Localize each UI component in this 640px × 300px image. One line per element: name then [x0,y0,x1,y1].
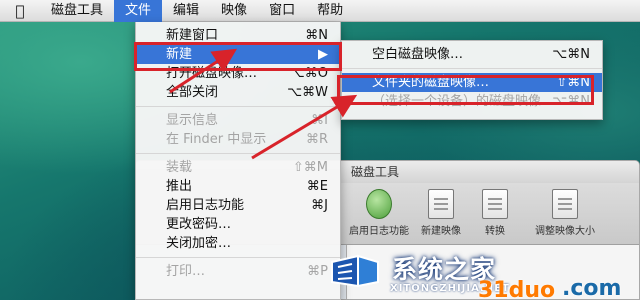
toolbar-label: 调整映像大小 [535,226,595,237]
menu-item-shortcut: ⌥⌘N [552,47,590,62]
menu-item-shortcut: ⇧⌘M [292,160,328,175]
callout-box-folder-image [337,75,594,105]
menu-item-eject[interactable]: 推出 ⌘E [136,177,340,196]
menu-item-label: 启用日志功能 [166,198,245,213]
menu-item-label: 显示信息 [166,113,219,128]
menu-edit[interactable]: 编辑 [162,0,210,22]
menu-item-get-info: 显示信息 ⌘I [136,111,340,130]
menu-file[interactable]: 文件 [114,0,163,22]
green-ball-icon [366,189,392,219]
menu-item-label: 全部关闭 [166,85,219,100]
menu-item-label: 更改密码… [166,217,232,232]
menu-item-turn-off-encryption[interactable]: 关闭加密… [136,234,340,253]
menu-item-label: 推出 [166,179,193,194]
menu-item-blank-disk-image[interactable]: 空白磁盘映像… ⌥⌘N [342,45,602,64]
menu-item-show-in-finder: 在 Finder 中显示 ⌘R [136,130,340,149]
menu-window[interactable]: 窗口 [258,0,306,22]
watermark-site-b: .com [562,276,622,300]
menu-separator [136,257,340,258]
toolbar-label: 转换 [485,226,505,237]
convert-icon [482,189,508,219]
menu-item-close-all[interactable]: 全部关闭 ⌥⌘W [136,83,340,102]
menu-item-label: 在 Finder 中显示 [166,132,267,147]
menu-item-change-password[interactable]: 更改密码… [136,215,340,234]
menu-item-shortcut: ⌘R [305,132,328,147]
toolbar-resize-image[interactable]: 调整映像大小 [532,189,598,237]
menu-separator [136,106,340,107]
toolbar-label: 启用日志功能 [349,226,409,237]
toolbar-label: 新建映像 [421,226,461,237]
callout-box-new [134,42,342,71]
menu-item-shortcut: ⌥⌘W [287,85,328,100]
resize-image-icon [552,189,578,219]
watermark-logo-icon [331,254,379,288]
menu-bar:  磁盘工具 文件 编辑 映像 窗口 帮助 [0,0,640,22]
menu-item-shortcut: ⌘I [311,113,328,128]
apple-icon[interactable]:  [0,2,40,20]
menu-item-mount: 装载 ⇧⌘M [136,158,340,177]
menu-item-print: 打印… ⌘P [136,262,340,281]
toolbar-convert[interactable]: 转换 [462,189,528,237]
menu-separator [136,153,340,154]
toolbar-enable-journaling[interactable]: 启用日志功能 [346,189,412,237]
menu-item-label: 新建窗口 [166,28,219,43]
menu-item-label: 空白磁盘映像… [372,47,464,62]
new-image-icon [428,189,454,219]
menu-item-label: 关闭加密… [166,236,232,251]
menu-app[interactable]: 磁盘工具 [40,0,114,22]
menu-item-label: 打印… [166,264,206,279]
site-watermark: 系统之家 XITONGZHIJIA.NET 31duo .com [318,248,640,300]
menu-item-shortcut: ⌘E [306,179,328,194]
menu-help[interactable]: 帮助 [306,0,354,22]
menu-item-enable-journaling[interactable]: 启用日志功能 ⌘J [136,196,340,215]
menu-item-shortcut: ⌘J [311,198,328,213]
menu-image[interactable]: 映像 [210,0,258,22]
menu-item-label: 装载 [166,160,193,175]
watermark-site-a: 31duo [478,278,556,300]
menu-separator [342,68,602,69]
